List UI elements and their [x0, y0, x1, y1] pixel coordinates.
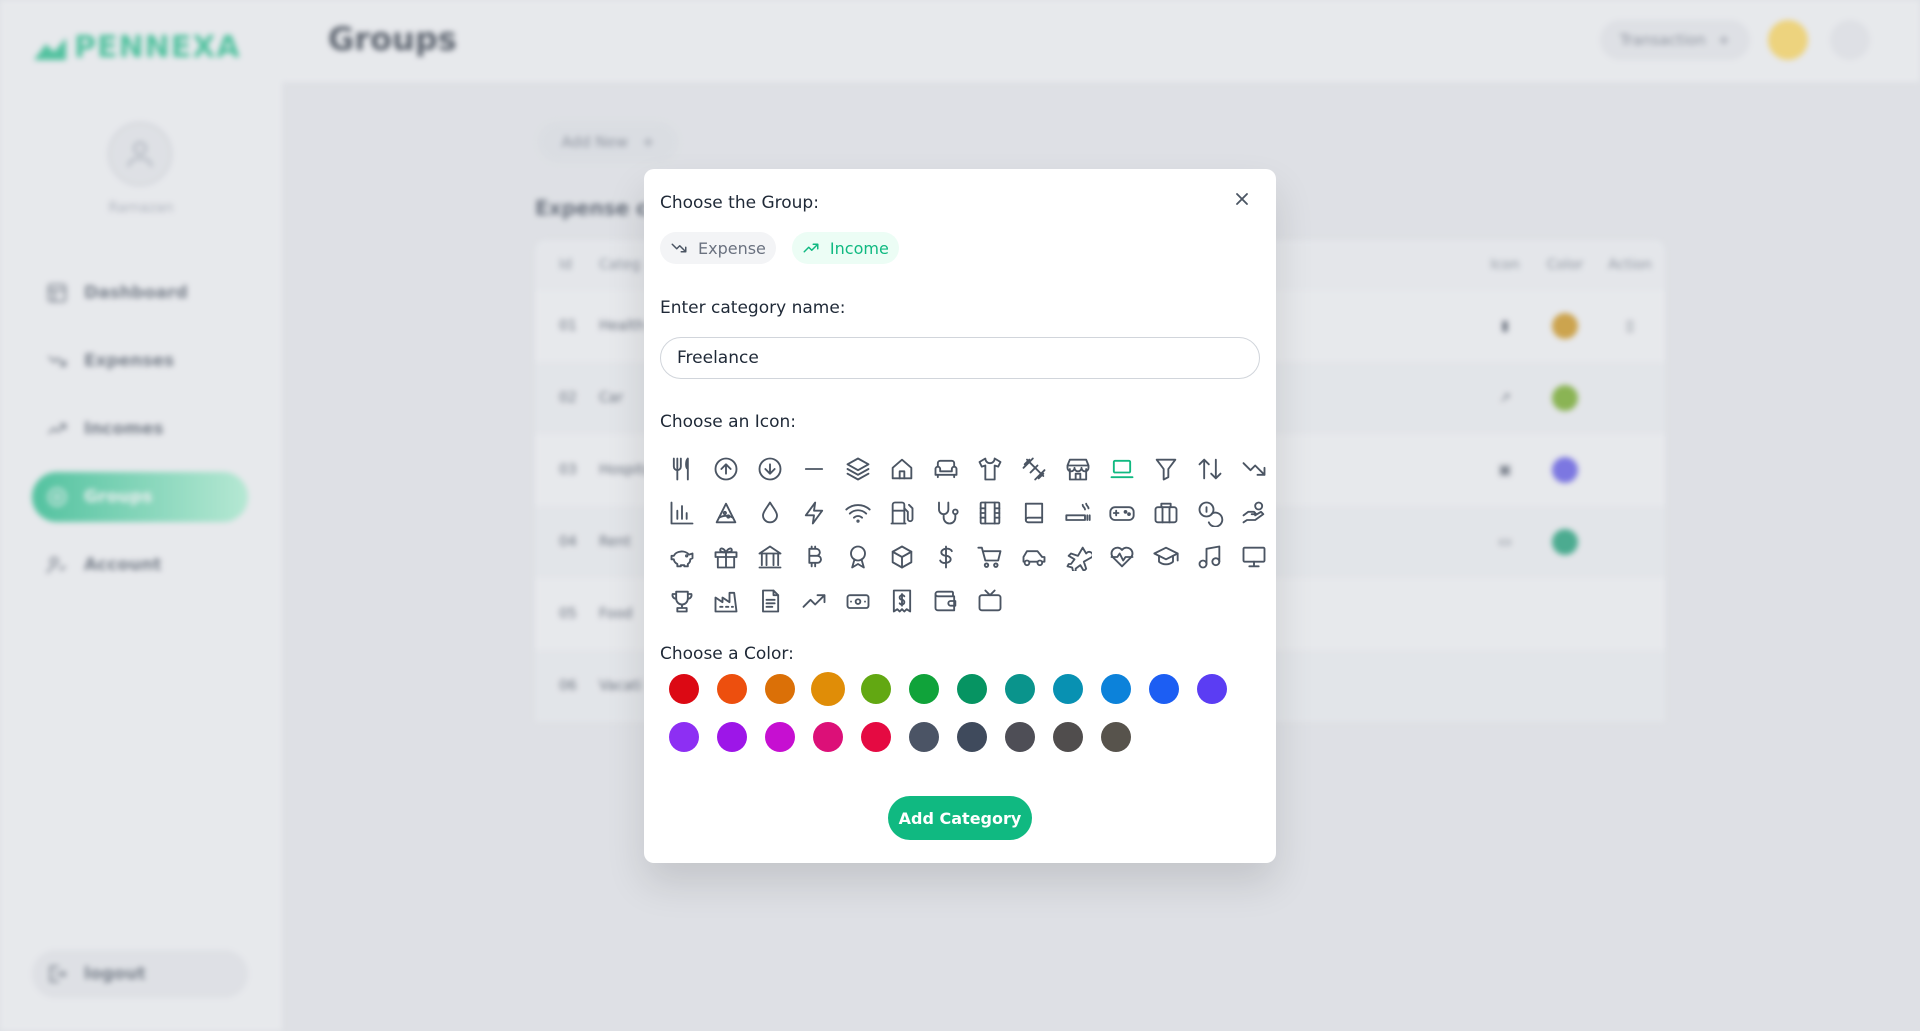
bank-icon[interactable] — [748, 535, 792, 579]
tools-kitchen-icon[interactable] — [660, 447, 704, 491]
color-swatch-red[interactable] — [669, 674, 699, 704]
arrow-down-circle-icon[interactable] — [748, 447, 792, 491]
gas-station-icon[interactable] — [880, 491, 924, 535]
color-swatch-fuchsia[interactable] — [765, 722, 795, 752]
color-swatch-teal[interactable] — [1005, 674, 1035, 704]
color-swatch-zinc[interactable] — [1005, 722, 1035, 752]
shopping-cart-icon[interactable] — [968, 535, 1012, 579]
expense-group-button[interactable]: Expense — [660, 232, 776, 264]
pizza-icon[interactable] — [704, 491, 748, 535]
color-swatch-cyan[interactable] — [1053, 674, 1083, 704]
wallet-icon[interactable] — [924, 579, 968, 623]
gift-icon[interactable] — [704, 535, 748, 579]
category-name-label: Enter category name: — [660, 298, 846, 318]
box-icon[interactable] — [880, 535, 924, 579]
layers-icon[interactable] — [836, 447, 880, 491]
plane-icon[interactable] — [1056, 535, 1100, 579]
category-name-input[interactable] — [660, 337, 1260, 379]
bolt-icon[interactable] — [792, 491, 836, 535]
color-swatch-emerald[interactable] — [957, 674, 987, 704]
store-icon[interactable] — [1056, 447, 1100, 491]
add-category-button[interactable]: Add Category — [888, 796, 1032, 840]
stethoscope-icon[interactable] — [924, 491, 968, 535]
color-swatch-blue[interactable] — [1149, 674, 1179, 704]
film-icon[interactable] — [968, 491, 1012, 535]
color-swatch-pink[interactable] — [813, 722, 843, 752]
color-swatch-sky[interactable] — [1101, 674, 1131, 704]
minus-icon[interactable] — [792, 447, 836, 491]
color-swatch-neutral[interactable] — [1053, 722, 1083, 752]
document-icon[interactable] — [748, 579, 792, 623]
gamepad-icon[interactable] — [1100, 491, 1144, 535]
close-button[interactable] — [1228, 185, 1256, 213]
receipt-icon[interactable] — [880, 579, 924, 623]
trending-up-icon — [803, 243, 819, 253]
color-label: Choose a Color: — [660, 644, 794, 664]
color-swatch-purple[interactable] — [717, 722, 747, 752]
color-swatch-gray[interactable] — [957, 722, 987, 752]
color-swatch-indigo[interactable] — [1197, 674, 1227, 704]
color-swatch-rose[interactable] — [861, 722, 891, 752]
home-icon[interactable] — [880, 447, 924, 491]
trending-up-icon[interactable] — [792, 579, 836, 623]
car-icon[interactable] — [1012, 535, 1056, 579]
expense-label: Expense — [698, 238, 766, 258]
laptop-icon[interactable] — [1100, 447, 1144, 491]
close-icon — [1236, 193, 1248, 205]
trending-down-icon[interactable] — [1232, 447, 1276, 491]
piggy-bank-icon[interactable] — [660, 535, 704, 579]
wifi-icon[interactable] — [836, 491, 880, 535]
arrow-up-circle-icon[interactable] — [704, 447, 748, 491]
book-icon[interactable] — [1012, 491, 1056, 535]
group-toggle: Expense Income — [660, 232, 899, 264]
color-swatch-stone[interactable] — [1101, 722, 1131, 752]
icon-picker — [660, 447, 1276, 623]
droplet-icon[interactable] — [748, 491, 792, 535]
trending-down-icon — [671, 243, 687, 253]
factory-icon[interactable] — [704, 579, 748, 623]
trophy-icon[interactable] — [660, 579, 704, 623]
color-swatch-amber-selected[interactable] — [811, 672, 845, 706]
barbell-icon[interactable] — [1012, 447, 1056, 491]
briefcase-icon[interactable] — [1144, 491, 1188, 535]
color-swatch-green[interactable] — [909, 674, 939, 704]
color-swatch-lime[interactable] — [861, 674, 891, 704]
graduation-cap-icon[interactable] — [1144, 535, 1188, 579]
icon-label: Choose an Icon: — [660, 412, 797, 432]
income-label: Income — [829, 238, 889, 258]
shirt-icon[interactable] — [968, 447, 1012, 491]
filter-icon[interactable] — [1144, 447, 1188, 491]
hand-coin-icon[interactable] — [1232, 491, 1276, 535]
tv-icon[interactable] — [968, 579, 1012, 623]
smoking-icon[interactable] — [1056, 491, 1100, 535]
music-icon[interactable] — [1188, 535, 1232, 579]
income-group-button[interactable]: Income — [791, 232, 899, 264]
bar-chart-icon[interactable] — [660, 491, 704, 535]
color-swatch-orange-red[interactable] — [717, 674, 747, 704]
color-swatch-violet[interactable] — [669, 722, 699, 752]
add-category-modal: Choose the Group: Expense Income Enter c… — [644, 169, 1276, 863]
dollar-icon[interactable] — [924, 535, 968, 579]
color-swatch-orange[interactable] — [765, 674, 795, 704]
sofa-icon[interactable] — [924, 447, 968, 491]
bitcoin-icon[interactable] — [792, 535, 836, 579]
color-swatch-slate[interactable] — [909, 722, 939, 752]
group-label: Choose the Group: — [660, 193, 819, 213]
cash-icon[interactable] — [836, 579, 880, 623]
award-icon[interactable] — [836, 535, 880, 579]
arrows-sort-icon[interactable] — [1188, 447, 1232, 491]
heart-rate-icon[interactable] — [1100, 535, 1144, 579]
coins-icon[interactable] — [1188, 491, 1232, 535]
color-picker — [660, 665, 1260, 761]
monitor-icon[interactable] — [1232, 535, 1276, 579]
